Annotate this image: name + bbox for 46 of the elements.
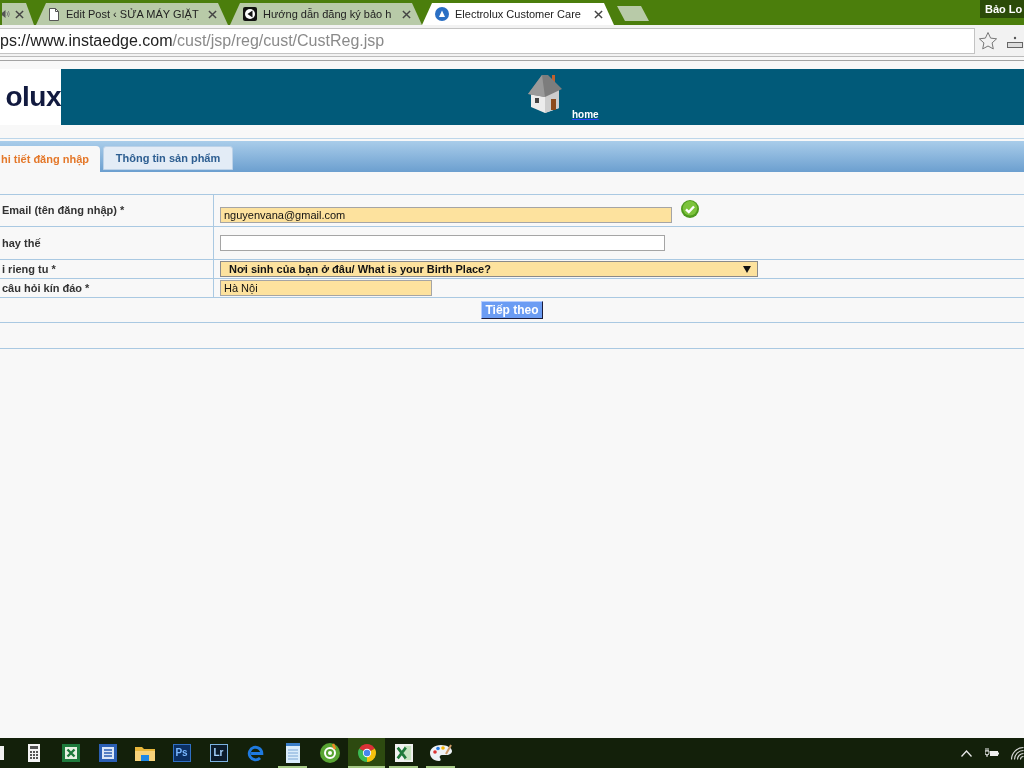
input-field[interactable]: Hà Nội — [220, 280, 432, 296]
disc-icon — [319, 743, 340, 763]
square-logo-icon — [243, 7, 257, 21]
field-label: Email (tên đăng nhập) * — [2, 203, 125, 219]
circle-logo-icon — [357, 744, 376, 762]
field-label: i rieng tu * — [2, 261, 56, 277]
spreadsheet-icon — [394, 744, 413, 762]
input-field[interactable]: nguyenvana@gmail.com — [220, 207, 672, 223]
app-icon — [0, 746, 4, 760]
battery-icon[interactable] — [985, 748, 999, 758]
home-link[interactable]: home — [572, 109, 599, 120]
form-tab[interactable]: Thông tin sản phẩm — [103, 146, 233, 170]
dropdown[interactable]: Nơi sinh của bạn ở đâu/ What is your Birth Place? — [220, 261, 758, 277]
house-icon[interactable] — [527, 73, 563, 113]
taskbar-button[interactable]: Ps — [163, 738, 200, 768]
speaker-icon — [0, 9, 10, 19]
circle-logo-icon — [435, 7, 449, 21]
browser-tab[interactable]: Edit Post ‹ SỬA MÁY GIẶT — [36, 3, 228, 25]
taskbar-button[interactable]: Lr — [200, 738, 237, 768]
field-label: hay thế — [2, 235, 41, 251]
address-field[interactable]: ps://www.instaedge.com/cust/jsp/reg/cust/CustReg.jsp — [0, 27, 975, 54]
close-icon[interactable] — [15, 9, 24, 19]
close-icon[interactable] — [594, 9, 603, 19]
palette-icon — [429, 744, 452, 762]
notepad-icon — [284, 743, 301, 763]
field-label: câu hỏi kín đáo * — [2, 280, 90, 296]
star-icon[interactable] — [978, 30, 998, 51]
new-tab-button[interactable] — [617, 6, 649, 21]
profile-button[interactable]: Bảo Lo — [980, 0, 1024, 18]
close-icon[interactable] — [402, 9, 411, 19]
document-icon — [98, 744, 117, 762]
browser-tab[interactable] — [2, 3, 34, 25]
spreadsheet-icon — [61, 744, 80, 762]
taskbar-button[interactable] — [348, 738, 385, 768]
folder-icon — [134, 745, 155, 761]
document-icon — [49, 7, 59, 21]
caret-icon — [743, 265, 751, 273]
wifi-icon[interactable] — [1010, 746, 1024, 760]
chevron-up-icon[interactable] — [961, 749, 972, 757]
browser-tab[interactable]: Hướng dẫn đăng ký bảo h — [230, 3, 422, 25]
close-icon[interactable] — [208, 9, 217, 19]
browser-tab[interactable]: Electrolux Customer Care — [422, 3, 614, 25]
input-field[interactable] — [220, 235, 665, 251]
calculator-icon — [27, 744, 40, 762]
logo: olux — [0, 69, 61, 125]
e-logo-icon — [246, 744, 265, 762]
